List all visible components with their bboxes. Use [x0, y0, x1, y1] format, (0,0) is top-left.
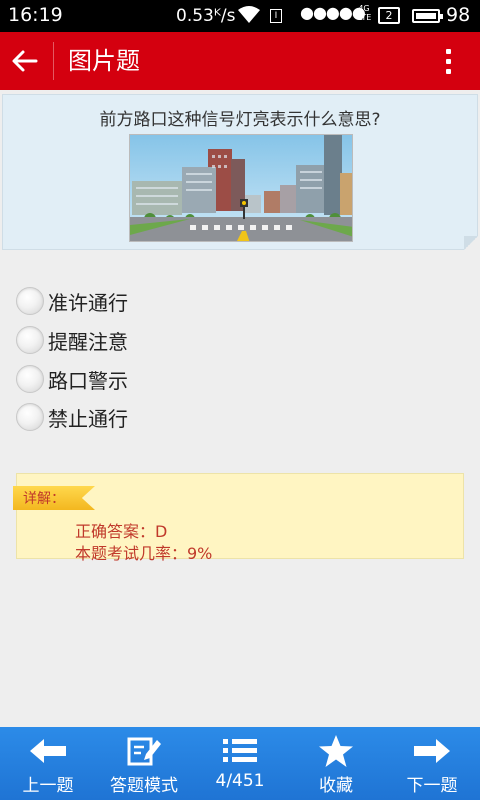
bottom-toolbar: 上一题 答题模式 4/451 收藏 下一题: [0, 727, 480, 800]
favorite-button[interactable]: 收藏: [288, 727, 384, 800]
back-button[interactable]: [8, 44, 42, 78]
page-title: 图片题: [68, 47, 140, 75]
header-divider: [53, 42, 54, 80]
answer-mode-button[interactable]: 答题模式: [96, 727, 192, 800]
correct-answer: 正确答案：D: [75, 522, 168, 541]
question-list-button[interactable]: 4/451: [192, 727, 288, 800]
option-c[interactable]: 路口警示: [16, 362, 128, 396]
question-card: 前方路口这种信号灯亮表示什么意思?: [2, 94, 478, 250]
explanation-tag-label: 详解：: [23, 491, 65, 507]
status-bar: 16:19 0.53ᴷ/s Ⅰ ●●●●● 4G LTE 2 98: [0, 0, 480, 32]
list-icon: [220, 736, 260, 766]
question-progress: 4/451: [215, 771, 265, 791]
wifi-icon: [238, 6, 260, 28]
sim-icon: Ⅰ: [270, 9, 282, 23]
option-label: 准许通行: [48, 290, 128, 315]
option-label: 禁止通行: [48, 406, 128, 431]
battery-icon: [412, 9, 443, 23]
option-b[interactable]: 提醒注意: [16, 323, 128, 357]
option-label: 路口警示: [48, 368, 128, 393]
radio-button[interactable]: [16, 365, 44, 393]
status-network-speed: 0.53ᴷ/s: [176, 6, 236, 26]
next-question-label: 下一题: [406, 776, 458, 796]
battery-percent: 98: [446, 4, 471, 26]
radio-button[interactable]: [16, 403, 44, 431]
option-d[interactable]: 禁止通行: [16, 400, 128, 434]
question-image: [129, 134, 353, 242]
radio-button[interactable]: [16, 287, 44, 315]
star-icon: [316, 735, 356, 767]
arrow-left-icon: [12, 50, 38, 72]
app-header: 图片题: [0, 32, 480, 90]
overflow-menu-button[interactable]: [438, 44, 458, 78]
arrow-right-icon: [412, 736, 452, 766]
sim-slot-icon: 2: [378, 7, 400, 24]
explanation-panel: 详解： 正确答案：D 本题考试几率：9%: [13, 473, 464, 563]
page-curl: [464, 236, 478, 250]
prev-question-label: 上一题: [22, 776, 74, 796]
prev-question-button[interactable]: 上一题: [0, 727, 96, 800]
signal-icon: ●●●●●: [300, 3, 366, 22]
overflow-menu-icon: [445, 48, 451, 54]
explanation-tag: 详解：: [13, 486, 95, 510]
arrow-left-icon: [28, 736, 68, 766]
status-time: 16:19: [8, 4, 63, 26]
next-question-button[interactable]: 下一题: [384, 727, 480, 800]
option-label: 提醒注意: [48, 329, 128, 354]
edit-note-icon: [124, 736, 164, 766]
favorite-label: 收藏: [319, 776, 353, 796]
exam-probability: 本题考试几率：9%: [75, 544, 213, 563]
question-text: 前方路口这种信号灯亮表示什么意思?: [99, 110, 381, 130]
option-a[interactable]: 准许通行: [16, 284, 128, 318]
answer-mode-label: 答题模式: [110, 776, 178, 796]
radio-button[interactable]: [16, 326, 44, 354]
network-type-icon: 4G LTE: [358, 4, 372, 22]
